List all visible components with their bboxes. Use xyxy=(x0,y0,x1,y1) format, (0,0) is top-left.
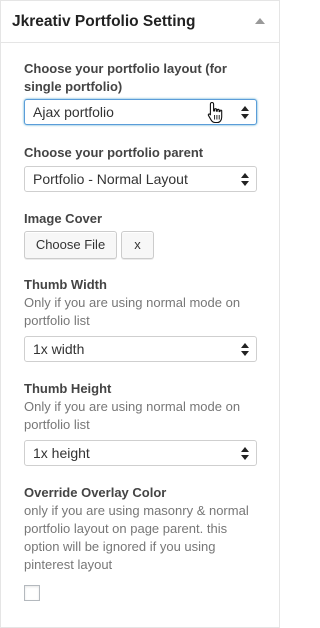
thumb-width-desc-line1: Only if you are using normal mode on xyxy=(24,295,241,310)
layout-label: Choose your portfolio layout (for single… xyxy=(24,60,264,96)
thumb-height-value: 1x height xyxy=(33,445,90,461)
thumb-width-value: 1x width xyxy=(33,341,85,357)
overlay-desc-line1: only if you are using masonry & normal xyxy=(24,503,249,518)
override-overlay-checkbox[interactable] xyxy=(24,585,40,601)
thumb-height-label: Thumb Height xyxy=(24,381,112,396)
overlay-desc-line3: option will be ignored if you using xyxy=(24,539,216,554)
thumb-width-select[interactable]: 1x width xyxy=(24,336,257,362)
select-arrows-icon xyxy=(241,343,249,357)
select-arrows-icon xyxy=(241,106,249,120)
thumb-height-desc-line1: Only if you are using normal mode on xyxy=(24,399,241,414)
overlay-color-description: only if you are using masonry & normal p… xyxy=(24,502,264,574)
overlay-color-label: Override Overlay Color xyxy=(24,485,167,500)
thumb-height-select[interactable]: 1x height xyxy=(24,440,257,466)
select-arrows-icon xyxy=(241,447,249,461)
parent-label: Choose your portfolio parent xyxy=(24,145,204,160)
clear-image-button[interactable]: x xyxy=(121,231,154,259)
overlay-desc-line2: portfolio layout on page parent. this xyxy=(24,521,228,536)
select-arrows-icon xyxy=(241,173,249,187)
portfolio-layout-value: Ajax portfolio xyxy=(33,104,114,120)
widget-header[interactable]: Jkreativ Portfolio Setting xyxy=(1,1,279,43)
widget-panel: Jkreativ Portfolio Setting Choose your p… xyxy=(0,0,280,628)
thumb-height-description: Only if you are using normal mode on por… xyxy=(24,398,264,434)
layout-label-line2: single portfolio) xyxy=(24,79,123,94)
thumb-width-label: Thumb Width xyxy=(24,277,107,292)
portfolio-parent-value: Portfolio - Normal Layout xyxy=(33,171,188,187)
widget-title: Jkreativ Portfolio Setting xyxy=(12,13,196,30)
portfolio-parent-select[interactable]: Portfolio - Normal Layout xyxy=(24,166,257,192)
hand-pointer-icon xyxy=(207,101,223,124)
collapse-arrow-icon[interactable] xyxy=(255,18,265,24)
image-cover-label: Image Cover xyxy=(24,211,103,226)
thumb-width-desc-line2: portfolio list xyxy=(24,313,90,328)
thumb-width-description: Only if you are using normal mode on por… xyxy=(24,294,264,330)
overlay-desc-line4: pinterest layout xyxy=(24,557,113,572)
layout-label-line1: Choose your portfolio layout (for xyxy=(24,61,227,76)
choose-file-button[interactable]: Choose File xyxy=(24,231,117,259)
thumb-height-desc-line2: portfolio list xyxy=(24,417,90,432)
